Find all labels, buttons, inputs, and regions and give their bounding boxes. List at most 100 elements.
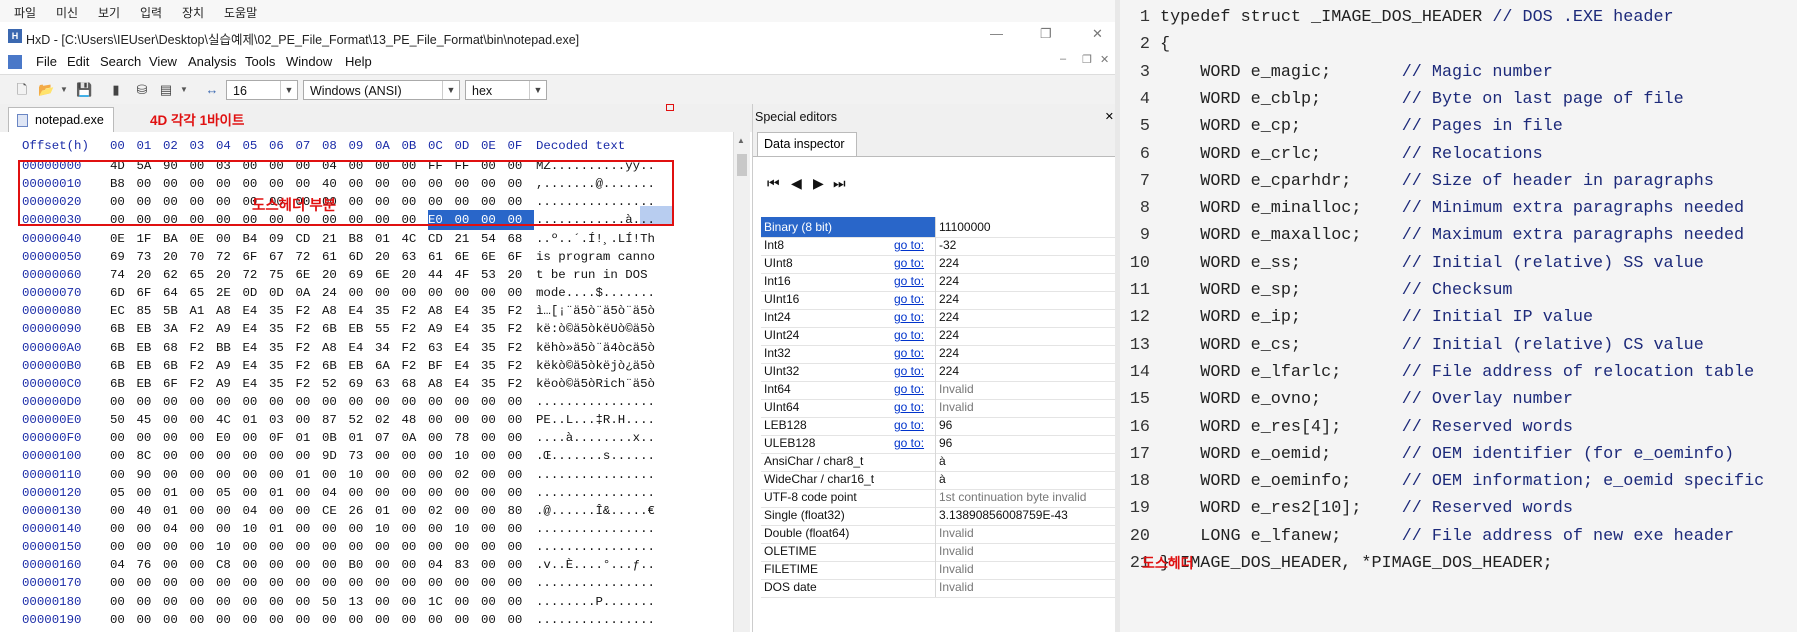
hex-byte[interactable]: 72 (296, 247, 318, 267)
hex-byte[interactable]: 00 (137, 610, 159, 630)
hex-byte[interactable]: 00 (269, 392, 291, 412)
hex-byte[interactable]: 00 (508, 555, 530, 575)
hex-byte[interactable]: 20 (137, 265, 159, 285)
hex-byte[interactable]: A9 (216, 374, 238, 394)
goto-link[interactable]: go to: (894, 235, 924, 255)
first-icon[interactable]: ⏮ (767, 175, 780, 192)
hex-byte[interactable]: 3A (163, 319, 185, 339)
save-icon[interactable]: 💾 (76, 82, 92, 98)
hex-byte[interactable]: 00 (216, 573, 238, 593)
hex-byte[interactable]: 00 (110, 501, 132, 521)
hex-byte[interactable]: 00 (508, 410, 530, 430)
hex-byte[interactable]: 00 (216, 229, 238, 249)
hex-byte[interactable]: 21 (455, 229, 477, 249)
hex-byte[interactable]: 00 (243, 610, 265, 630)
hex-byte[interactable]: 6B (322, 356, 344, 376)
hex-byte[interactable]: F2 (508, 301, 530, 321)
hex-byte[interactable]: 00 (455, 573, 477, 593)
hex-byte[interactable]: 00 (269, 555, 291, 575)
restore-icon[interactable]: ❐ (1040, 26, 1052, 42)
hex-byte[interactable]: 00 (455, 537, 477, 557)
hex-byte[interactable]: 01 (243, 410, 265, 430)
hex-byte[interactable]: 00 (216, 446, 238, 466)
hex-byte[interactable]: 4C (216, 410, 238, 430)
hex-byte[interactable]: CD (296, 229, 318, 249)
inspector-value[interactable]: Invalid (939, 523, 974, 543)
hex-byte[interactable]: 00 (216, 392, 238, 412)
hex-byte[interactable]: 00 (375, 537, 397, 557)
hex-byte[interactable]: 10 (349, 465, 371, 485)
hex-byte[interactable]: 35 (269, 338, 291, 358)
decoded-text[interactable]: .@......Î&.....€ (536, 501, 655, 521)
hex-byte[interactable]: 69 (349, 374, 371, 394)
hex-byte[interactable]: 35 (375, 301, 397, 321)
hex-byte[interactable]: 6B (110, 338, 132, 358)
hex-byte[interactable]: 00 (428, 428, 450, 448)
hex-byte[interactable]: 6E (296, 265, 318, 285)
vm-menu-view[interactable]: 보기 (98, 4, 120, 21)
goto-link[interactable]: go to: (894, 343, 924, 363)
hex-byte[interactable]: 00 (296, 555, 318, 575)
hex-byte[interactable]: 00 (243, 592, 265, 612)
hex-byte[interactable]: F2 (508, 374, 530, 394)
hex-byte[interactable]: 65 (190, 265, 212, 285)
hex-byte[interactable]: E4 (243, 356, 265, 376)
decoded-text[interactable]: këoò©ä5òRich¨ä5ò (536, 374, 655, 394)
hex-byte[interactable]: 00 (190, 501, 212, 521)
hex-byte[interactable]: 00 (402, 573, 424, 593)
hex-byte[interactable]: A8 (216, 301, 238, 321)
hex-byte[interactable]: 00 (481, 592, 503, 612)
hex-byte[interactable]: 00 (402, 537, 424, 557)
decoded-text[interactable]: .v..È....°...ƒ.. (536, 555, 655, 575)
decoded-text[interactable]: këkò©ä5òkëjò¿ä5ò (536, 356, 655, 376)
hex-byte[interactable]: F2 (402, 338, 424, 358)
hex-byte[interactable]: 00 (190, 410, 212, 430)
hex-byte[interactable]: 05 (216, 483, 238, 503)
hex-byte[interactable]: 6A (375, 356, 397, 376)
inspector-value[interactable]: 96 (939, 415, 952, 435)
hex-byte[interactable]: 35 (269, 319, 291, 339)
hex-byte[interactable]: 6B (163, 356, 185, 376)
hex-byte[interactable]: 53 (481, 265, 503, 285)
hex-byte[interactable]: 00 (269, 592, 291, 612)
hex-byte[interactable]: 10 (243, 519, 265, 539)
goto-link[interactable]: go to: (894, 415, 924, 435)
hex-byte[interactable]: 00 (349, 483, 371, 503)
decoded-text[interactable]: ..º..´.Í!¸.LÍ!Th (536, 229, 655, 249)
hex-byte[interactable]: 24 (322, 283, 344, 303)
hex-editor[interactable]: Offset(h) 00 01 02 03 04 05 06 07 08 09 0A 0B 0C 0D 0E… (0, 132, 752, 632)
open-disk-icon[interactable]: ⛁ (134, 82, 150, 98)
hex-byte[interactable]: 01 (163, 483, 185, 503)
hex-byte[interactable]: 00 (163, 537, 185, 557)
hex-byte[interactable]: 02 (375, 410, 397, 430)
menu-search[interactable]: Search (100, 54, 141, 69)
hex-byte[interactable]: B4 (243, 229, 265, 249)
hex-byte[interactable]: 67 (269, 247, 291, 267)
hex-byte[interactable]: 00 (322, 519, 344, 539)
hex-byte[interactable]: 00 (216, 519, 238, 539)
last-icon[interactable]: ⏭ (833, 175, 846, 192)
hex-byte[interactable]: 00 (481, 483, 503, 503)
hex-byte[interactable]: 01 (296, 465, 318, 485)
hex-byte[interactable]: 80 (508, 501, 530, 521)
hex-byte[interactable]: 00 (455, 483, 477, 503)
hex-byte[interactable]: A8 (428, 301, 450, 321)
hex-byte[interactable]: E4 (243, 338, 265, 358)
hex-byte[interactable]: 90 (137, 465, 159, 485)
inspector-value[interactable]: 224 (939, 289, 959, 309)
decoded-text[interactable]: ................ (536, 465, 655, 485)
hex-byte[interactable]: 00 (163, 610, 185, 630)
hex-byte[interactable]: 0A (296, 283, 318, 303)
decoded-text[interactable]: ................ (536, 610, 655, 630)
hex-byte[interactable]: F2 (190, 338, 212, 358)
hex-byte[interactable]: 00 (163, 592, 185, 612)
hex-byte[interactable]: 00 (428, 446, 450, 466)
hex-byte[interactable]: E0 (216, 428, 238, 448)
hex-byte[interactable]: 00 (428, 610, 450, 630)
inspector-value[interactable]: 3.13890856008759E-43 (939, 505, 1068, 525)
inspector-value[interactable]: 11100000 (939, 217, 991, 237)
scroll-up-icon[interactable]: ▲ (737, 136, 745, 145)
hex-byte[interactable]: 00 (322, 537, 344, 557)
hex-byte[interactable]: 00 (269, 573, 291, 593)
hex-byte[interactable]: 00 (296, 592, 318, 612)
